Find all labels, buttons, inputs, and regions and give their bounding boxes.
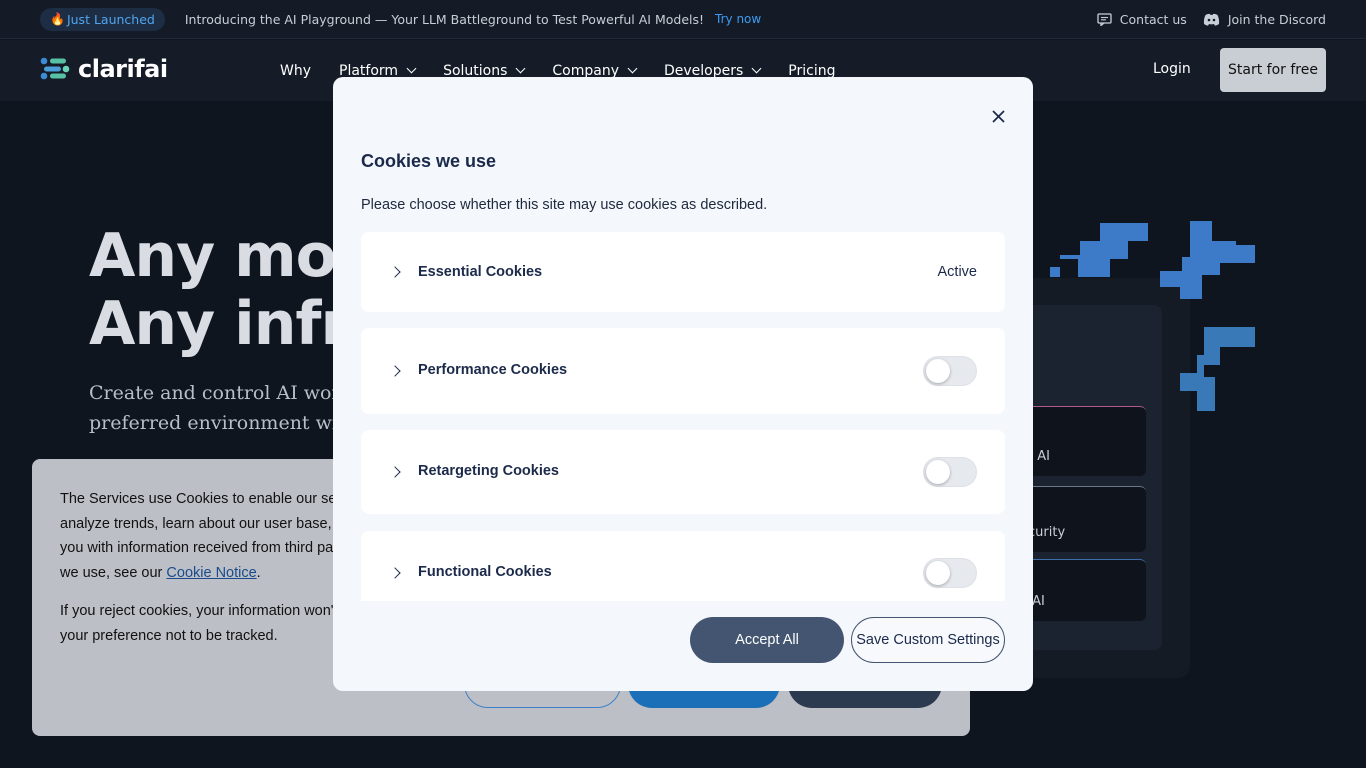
category-label: Performance Cookies [418, 362, 568, 378]
chevron-right-icon [389, 567, 401, 579]
modal-description: Please choose whether this site may use … [361, 197, 768, 213]
accept-all-button[interactable]: Accept All [690, 617, 844, 663]
nav-why[interactable]: Why [280, 63, 311, 79]
login-link[interactable]: Login [1153, 61, 1191, 77]
cookie-category-performance[interactable]: Performance Cookies [361, 328, 1005, 414]
logo-wordmark: clarifai [78, 55, 168, 83]
try-now-link[interactable]: Try now [715, 12, 761, 26]
save-custom-settings-button[interactable]: Save Custom Settings [851, 617, 1005, 663]
chevron-right-icon [389, 266, 401, 278]
just-launched-badge: 🔥 Just Launched [40, 7, 165, 31]
category-label: Retargeting Cookies [418, 463, 559, 479]
toggle-knob [926, 460, 950, 484]
clarifai-logo[interactable]: clarifai [40, 55, 168, 83]
discord-label: Join the Discord [1227, 12, 1326, 27]
chevron-down-icon [406, 63, 417, 74]
chat-icon [1097, 13, 1112, 26]
cookie-category-essential[interactable]: Essential Cookies Active [361, 232, 1005, 312]
cookie-category-retargeting[interactable]: Retargeting Cookies [361, 430, 1005, 514]
category-label: Essential Cookies [418, 264, 543, 280]
cookie-notice-link[interactable]: Cookie Notice [166, 565, 256, 581]
close-icon [991, 109, 1005, 123]
badge-label: Just Launched [66, 11, 155, 27]
retargeting-toggle[interactable] [923, 457, 977, 487]
chevron-right-icon [389, 365, 401, 377]
modal-title: Cookies we use [361, 151, 497, 171]
cookie-category-functional[interactable]: Functional Cookies [361, 531, 1005, 601]
discord-icon [1203, 13, 1219, 26]
banner-text: The Services use Cookies to enable our s… [60, 487, 350, 585]
functional-toggle[interactable] [923, 558, 977, 588]
category-status: Active [937, 264, 978, 280]
chevron-down-icon [627, 63, 638, 74]
chevron-down-icon [515, 63, 526, 74]
start-for-free-button[interactable]: Start for free [1220, 48, 1326, 92]
banner-reject-text: If you reject cookies, your information … [60, 603, 338, 644]
announcement-text: Introducing the AI Playground — Your LLM… [184, 11, 705, 27]
fire-icon: 🔥 [50, 12, 65, 26]
chevron-down-icon [751, 63, 762, 74]
logo-mark-icon [40, 57, 70, 80]
discord-link[interactable]: Join the Discord [1203, 12, 1326, 27]
contact-us-link[interactable]: Contact us [1097, 12, 1187, 27]
contact-us-label: Contact us [1119, 12, 1187, 27]
category-label: Functional Cookies [418, 564, 552, 580]
toggle-knob [926, 359, 950, 383]
cookie-settings-modal: Cookies we use Please choose whether thi… [333, 77, 1033, 691]
decorative-blocks-graphic [1050, 221, 1255, 411]
cookie-category-list: Essential Cookies Active Performance Coo… [361, 232, 1005, 601]
close-button[interactable] [987, 105, 1009, 127]
chevron-right-icon [389, 466, 401, 478]
announcement-bar: 🔥 Just Launched Introducing the AI Playg… [0, 0, 1366, 39]
performance-toggle[interactable] [923, 356, 977, 386]
banner-text-end: . [256, 564, 261, 581]
nav-why-label: Why [280, 62, 312, 79]
toggle-knob [926, 561, 950, 585]
